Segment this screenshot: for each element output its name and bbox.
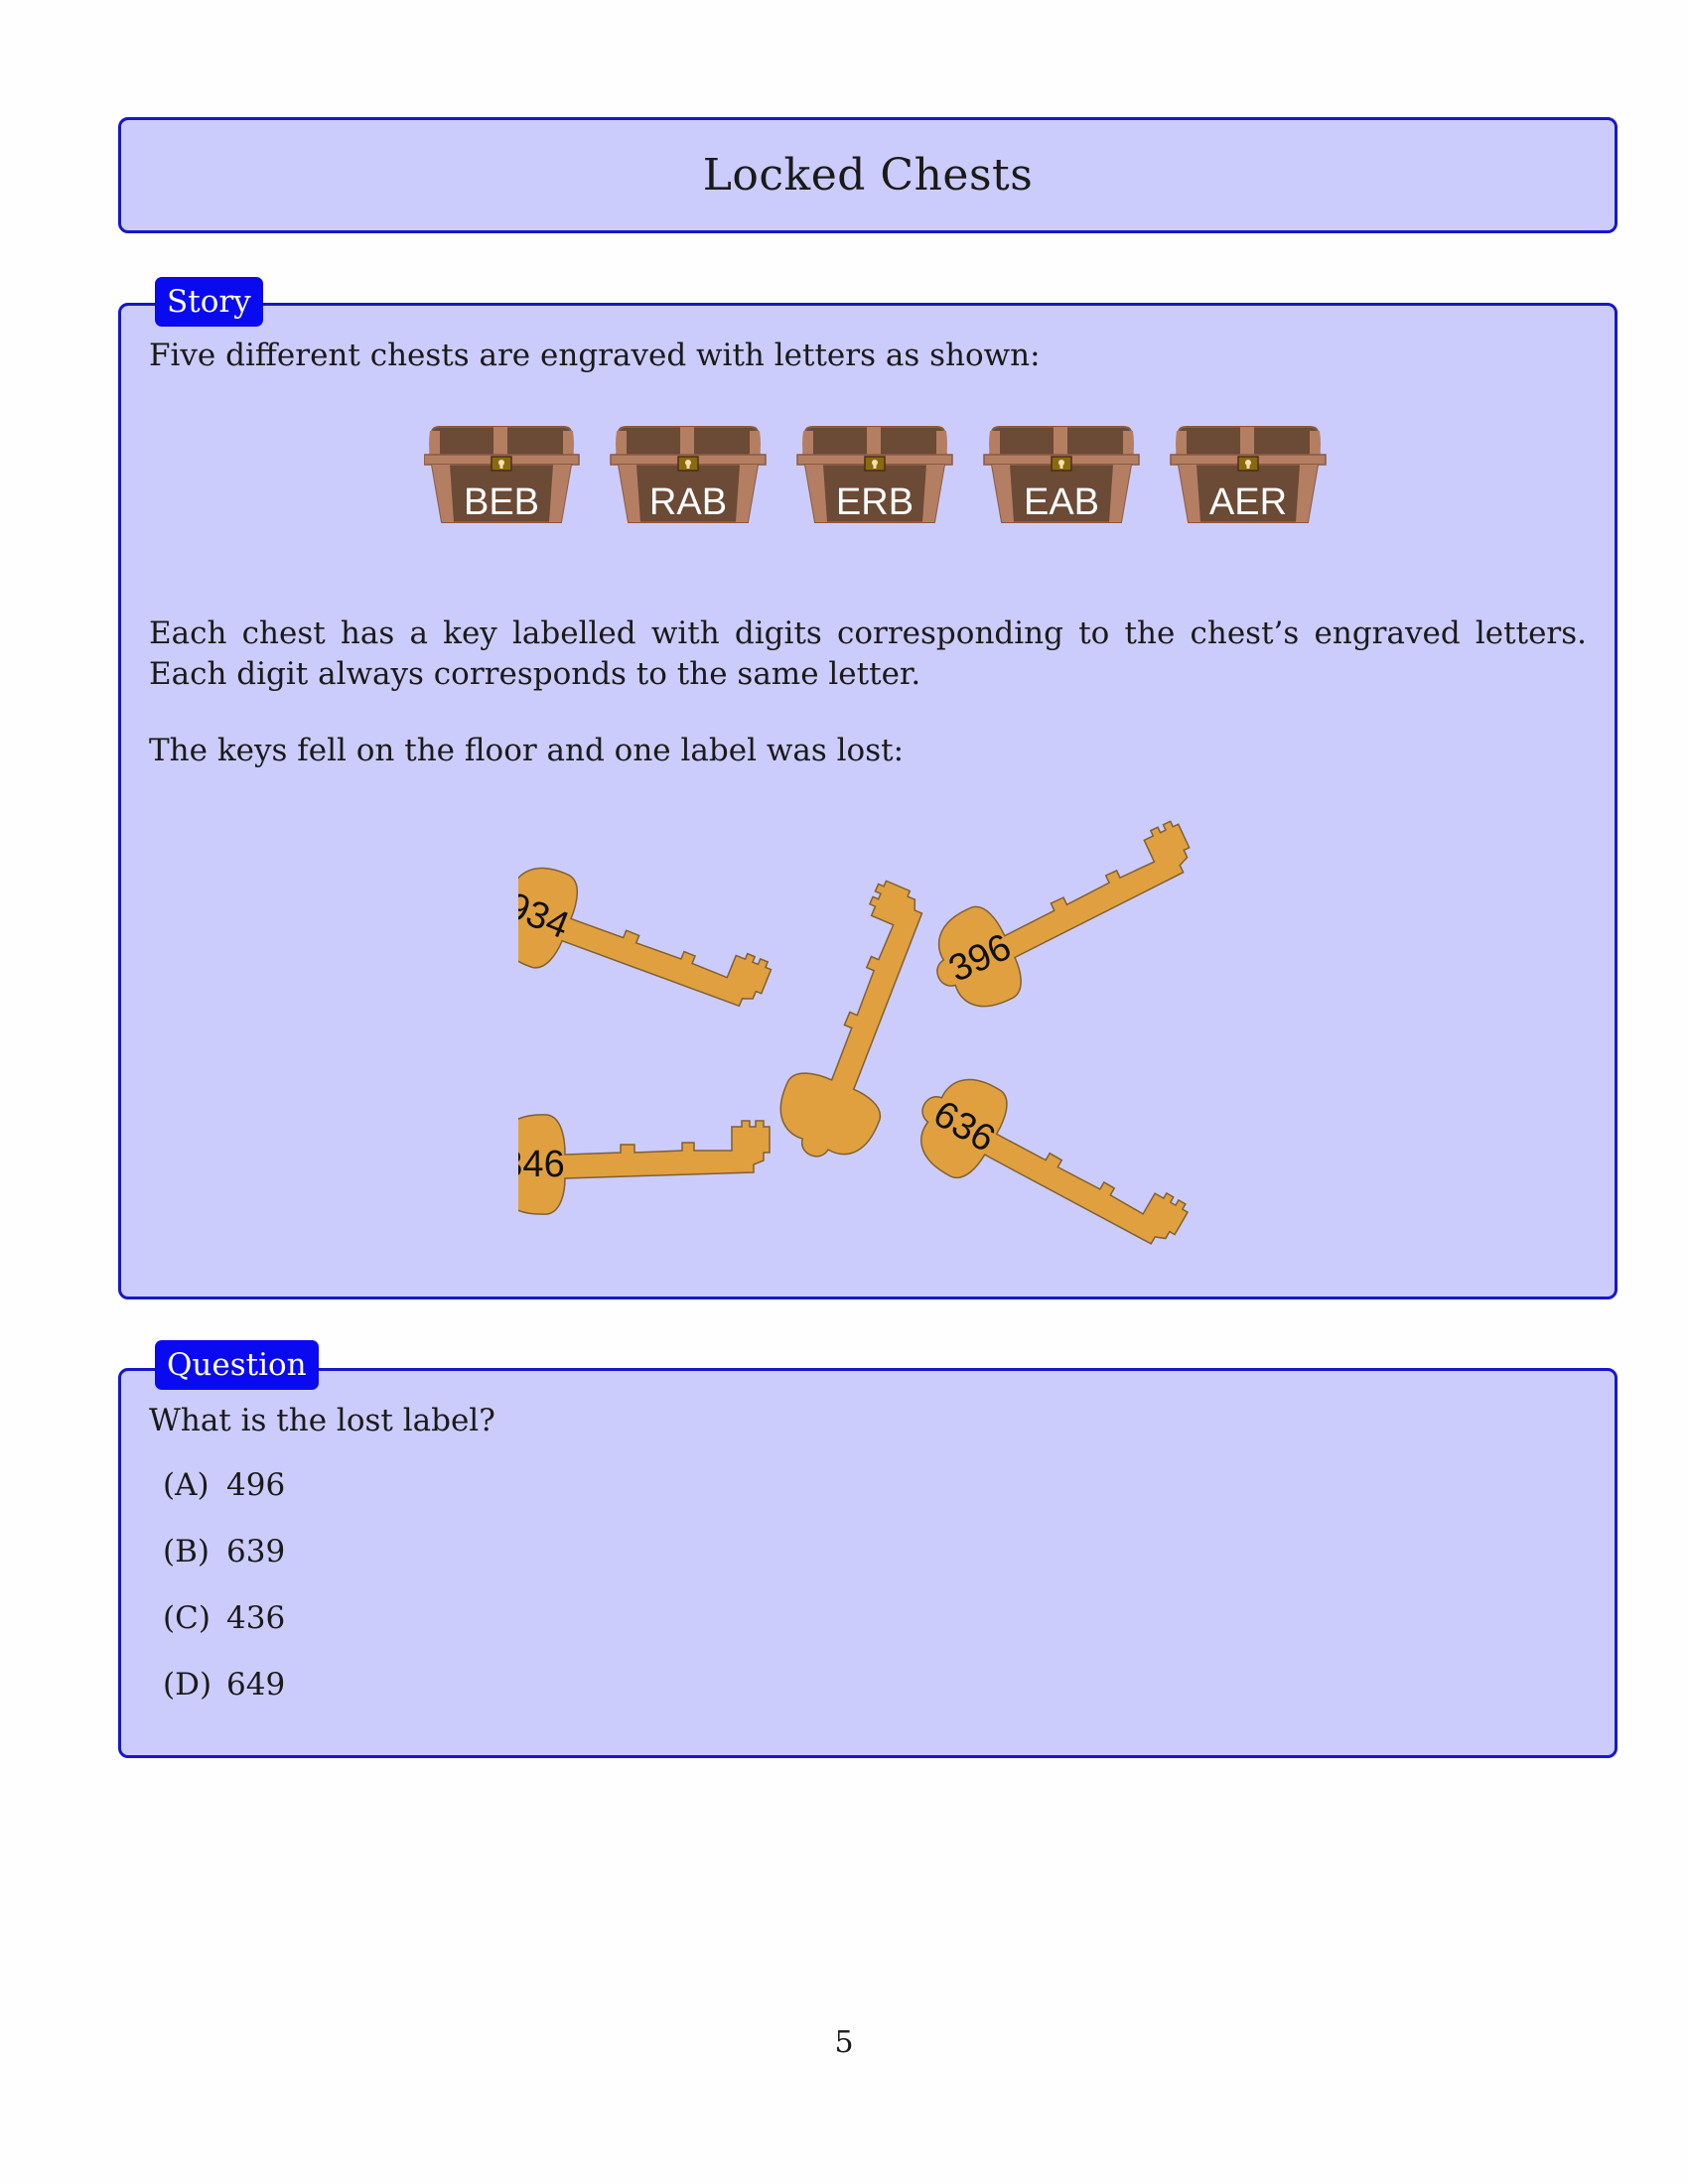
story-tab: Story bbox=[155, 277, 263, 327]
title-box: Locked Chests bbox=[118, 117, 1618, 233]
option-c-label: (C) bbox=[163, 1600, 211, 1636]
story-paragraph-3: The keys fell on the floor and one label… bbox=[149, 733, 905, 768]
option-b-label: (B) bbox=[163, 1534, 210, 1570]
key-5: 636 bbox=[899, 1059, 1195, 1267]
option-c[interactable]: (C) 436 bbox=[163, 1598, 285, 1638]
question-box: What is the lost label? (A) 496 (B) 639 (C… bbox=[118, 1368, 1618, 1758]
chest-5-label: AER bbox=[1209, 481, 1287, 523]
keys-figure: 934 396 346 636 bbox=[518, 812, 1216, 1267]
key-4-label: 346 bbox=[518, 1144, 565, 1185]
key-4: 346 bbox=[518, 1114, 771, 1215]
chest-4: EAB bbox=[983, 426, 1140, 523]
key-1: 934 bbox=[518, 852, 776, 1052]
option-a-value: 496 bbox=[226, 1467, 286, 1503]
chest-3-label: ERB bbox=[836, 481, 914, 523]
key-2: 396 bbox=[916, 812, 1216, 1024]
chest-row: BEB RAB ERB EAB AER bbox=[424, 426, 1327, 523]
story-paragraph-2: Each chest has a key labelled with digit… bbox=[149, 615, 1587, 692]
option-c-value: 436 bbox=[226, 1600, 286, 1636]
chest-1-label: BEB bbox=[464, 481, 539, 523]
story-intro: Five different chests are engraved with … bbox=[149, 338, 1041, 373]
option-d[interactable]: (D) 649 bbox=[163, 1665, 285, 1705]
option-d-value: 649 bbox=[226, 1667, 286, 1703]
page-number: 5 bbox=[834, 2025, 854, 2060]
chest-5: AER bbox=[1170, 426, 1327, 523]
story-box: Five different chests are engraved with … bbox=[118, 303, 1618, 1299]
chest-1: BEB bbox=[424, 426, 580, 523]
option-a-label: (A) bbox=[163, 1467, 210, 1503]
option-b[interactable]: (B) 639 bbox=[163, 1532, 285, 1571]
chest-2: RAB bbox=[610, 426, 767, 523]
option-b-value: 639 bbox=[226, 1534, 286, 1570]
question-tab: Question bbox=[155, 1340, 319, 1390]
option-d-label: (D) bbox=[163, 1667, 212, 1703]
chest-2-label: RAB bbox=[649, 481, 727, 523]
chest-3: ERB bbox=[796, 426, 953, 523]
chest-4-label: EAB bbox=[1024, 481, 1099, 523]
option-a[interactable]: (A) 496 bbox=[163, 1465, 285, 1505]
page-title: Locked Chests bbox=[702, 150, 1034, 201]
question-prompt: What is the lost label? bbox=[149, 1403, 495, 1438]
